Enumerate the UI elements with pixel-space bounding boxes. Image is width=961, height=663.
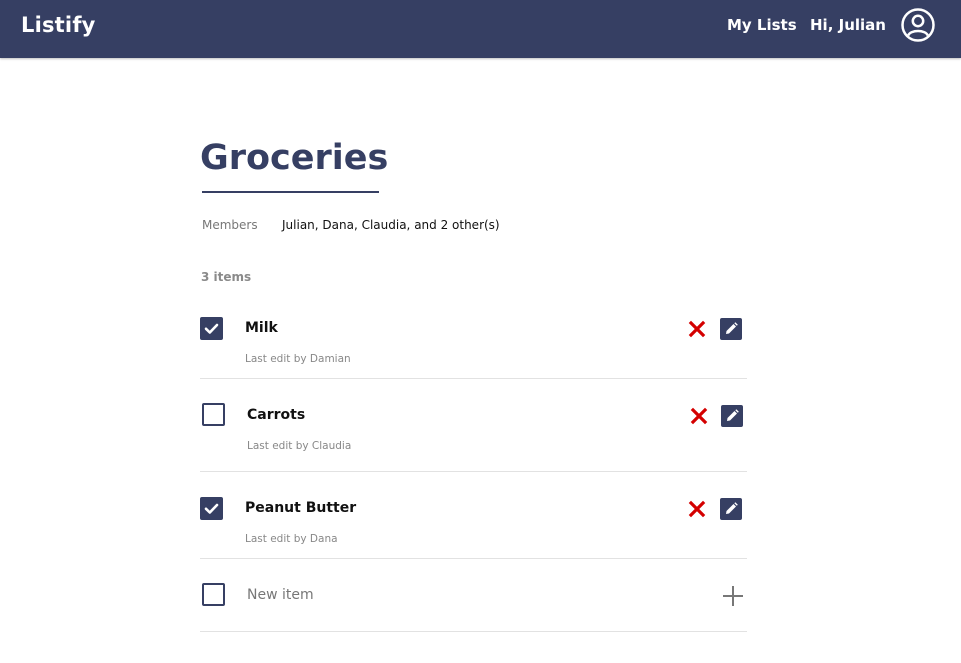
item-name: Milk	[245, 320, 278, 336]
members-label: Members	[202, 218, 258, 232]
top-navbar: Listify My Lists Hi, Julian	[0, 0, 961, 58]
edit-pencil-icon[interactable]	[720, 498, 742, 520]
edit-pencil-icon[interactable]	[720, 318, 742, 340]
edit-pencil-icon[interactable]	[721, 405, 743, 427]
list-item: Peanut Butter Last edit by Dana	[200, 472, 747, 559]
item-last-edit: Last edit by Damian	[245, 353, 351, 365]
members-value[interactable]: Julian, Dana, Claudia, and 2 other(s)	[282, 218, 500, 232]
item-count: 3 items	[201, 270, 252, 284]
list-title: Groceries	[200, 138, 389, 178]
list-item: Carrots Last edit by Claudia	[200, 379, 747, 472]
checkbox-checked-icon[interactable]	[200, 497, 223, 520]
item-last-edit: Last edit by Claudia	[247, 440, 352, 452]
user-avatar-icon[interactable]	[901, 8, 935, 42]
item-name: Peanut Butter	[245, 500, 357, 516]
checkbox-unchecked-icon[interactable]	[202, 583, 225, 606]
new-item-row	[200, 559, 747, 632]
delete-x-icon[interactable]	[690, 407, 708, 425]
item-name: Carrots	[247, 407, 306, 423]
delete-x-icon[interactable]	[688, 320, 706, 338]
delete-x-icon[interactable]	[688, 500, 706, 518]
checkbox-checked-icon[interactable]	[200, 317, 223, 340]
checkbox-unchecked-icon[interactable]	[202, 403, 225, 426]
title-underline	[202, 191, 379, 193]
brand-logo[interactable]: Listify	[21, 13, 96, 37]
item-last-edit: Last edit by Dana	[245, 533, 338, 545]
list-item: Milk Last edit by Damian	[200, 306, 747, 379]
add-item-plus-icon[interactable]	[722, 585, 744, 607]
row-divider	[200, 631, 747, 632]
new-item-input[interactable]	[247, 587, 647, 603]
nav-my-lists-link[interactable]: My Lists	[727, 16, 797, 34]
user-greeting[interactable]: Hi, Julian	[810, 16, 886, 34]
